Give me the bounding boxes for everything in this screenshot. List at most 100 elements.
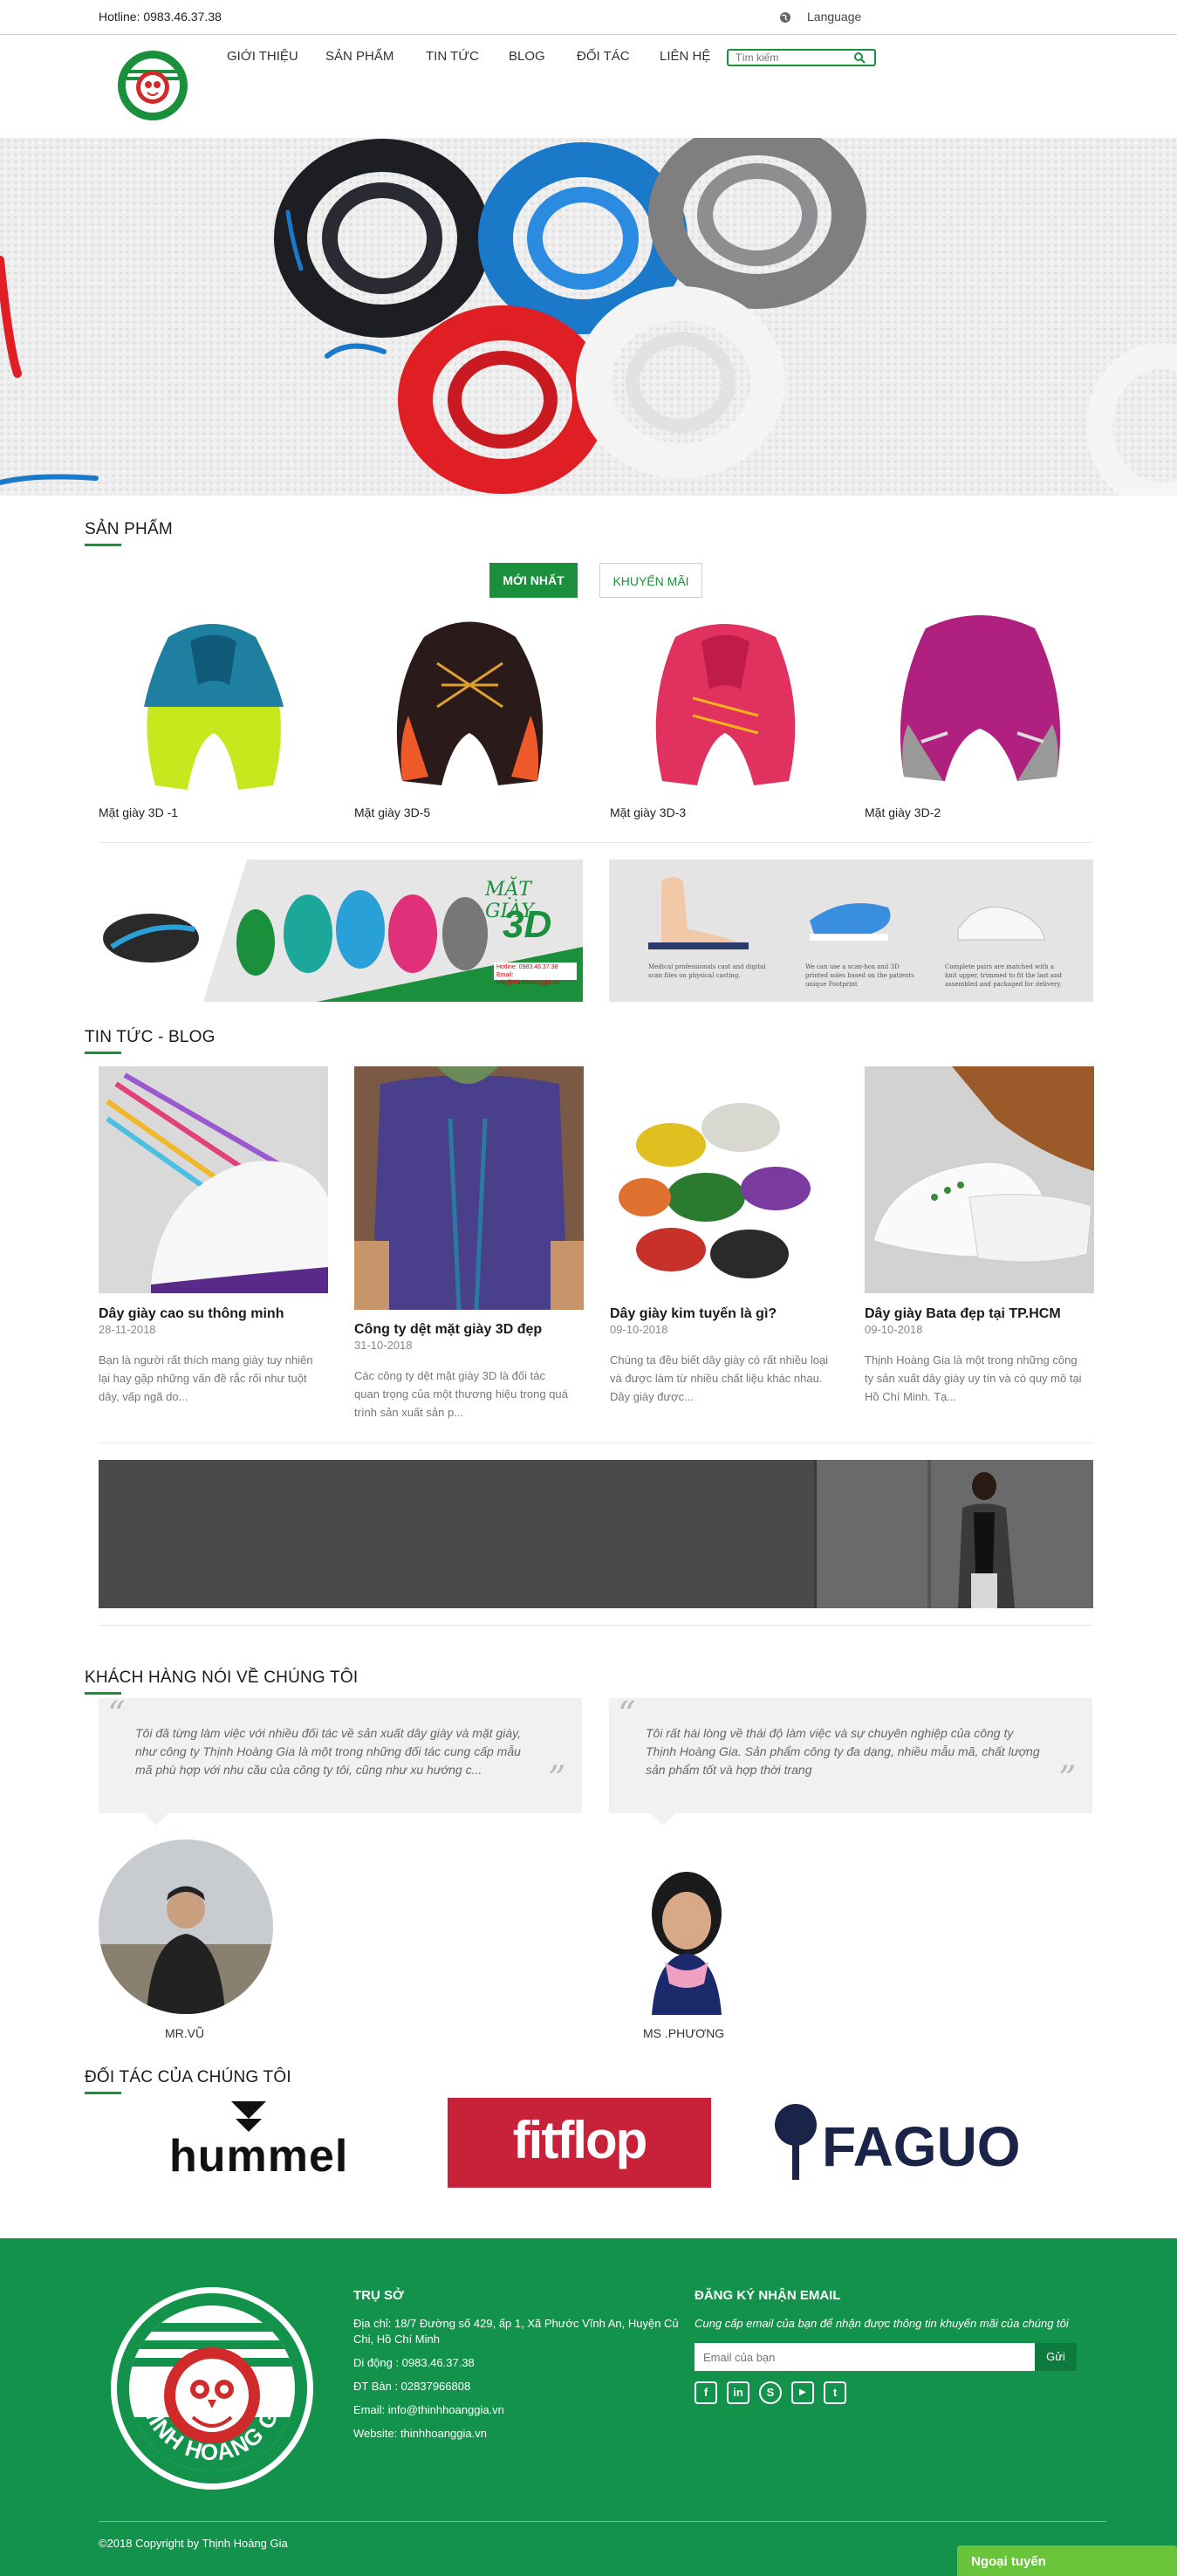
newsletter-email-input[interactable] [695,2343,1035,2371]
live-chat-tab[interactable]: Ngoại tuyến [957,2545,1177,2576]
product-name[interactable]: Mặt giày 3D -1 [99,805,178,819]
tab-moi-nhat[interactable]: MỚI NHẤT [489,563,578,598]
excerpt-line: Thịnh Hoàng Gia là một trong những công [865,1353,1078,1367]
product-name[interactable]: Mặt giày 3D-5 [354,805,430,819]
search-icon[interactable] [853,51,866,64]
news-thumbnail[interactable] [354,1066,584,1310]
products-section-title: SẢN PHẨM [85,520,173,546]
testimonial-text: Tôi rất hài lòng về thái độ làm việc và … [646,1724,1040,1779]
logo[interactable] [116,49,189,122]
banner-email: Email: info@thinhhoanggia.vn [496,972,559,986]
news-title[interactable]: Dây giày cao su thông minh [99,1306,284,1322]
skype-icon[interactable]: S [759,2381,782,2404]
promo-banner-process[interactable]: Medical professionals cast and digital s… [609,860,1093,1002]
news-date: 09-10-2018 [610,1323,668,1336]
footer-hq-title: TRỤ SỞ [353,2288,404,2303]
title-underline [85,544,121,546]
title-underline [85,2092,121,2094]
product-name[interactable]: Mặt giày 3D-2 [865,805,941,819]
partner-logo-fitflop[interactable]: fitflop [448,2098,711,2188]
testimonial-line: Tôi đã từng làm việc với nhiều đối tác v… [135,1726,521,1740]
address-line: Chi, Hồ Chí Minh [353,2333,440,2346]
divider [99,842,1093,843]
news-title[interactable]: Công ty dệt mặt giày 3D đẹp [354,1322,542,1338]
news-excerpt: Chúng ta đều biết dây giày có rất nhiều … [610,1351,845,1406]
partner-name: hummel [169,2131,349,2182]
customer-name: MS .PHƯƠNG [643,2026,725,2040]
partner-name: fitflop [512,2111,648,2169]
quote-open-icon: “ [618,1695,636,1735]
nav-gioi-thieu[interactable]: GIỚI THIỆU [227,49,298,64]
nav-san-pham[interactable]: SẢN PHẨM [325,49,393,64]
excerpt-line: Dây giày được... [610,1390,694,1403]
news-thumbnail[interactable] [99,1066,328,1293]
news-section-title: TIN TỨC - BLOG [85,1028,216,1054]
news-excerpt: Thịnh Hoàng Gia là một trong những công t… [865,1351,1100,1406]
divider [99,1442,1093,1443]
news-thumbnail[interactable] [610,1066,839,1293]
news-title[interactable]: Dây giày Bata đẹp tại TP.HCM [865,1306,1061,1322]
news-date: 28-11-2018 [99,1323,156,1336]
footer-mobile: Di động : 0983.46.37.38 [353,2356,475,2369]
partner-logo-hummel[interactable]: hummel [166,2097,347,2189]
testimonial-line: Tôi rất hài lòng về thái độ làm việc và … [646,1726,1014,1740]
nav-lien-he[interactable]: LIÊN HỆ [660,49,710,64]
nav-doi-tac[interactable]: ĐỐI TÁC [577,49,630,64]
footer-phone: ĐT Bàn : 02837966808 [353,2380,471,2393]
language-selector[interactable]: Language [779,10,861,24]
tab-khuyen-mai[interactable]: KHUYẾN MÃI [599,563,702,598]
partners-title-text: ĐỐI TÁC CỦA CHÚNG TÔI [85,2068,291,2086]
nav-blog[interactable]: BLOG [509,49,545,64]
newsletter-send-button[interactable]: Gửi [1035,2343,1077,2371]
product-name[interactable]: Mặt giày 3D-3 [610,805,686,819]
banner-hotline: Hotline: 0983.46.37.38 [496,964,558,970]
footer-divider [99,2521,1106,2522]
wide-banner[interactable] [99,1460,1093,1608]
avatar [621,1853,752,2015]
testimonial-text: Tôi đã từng làm việc với nhiều đối tác v… [135,1724,521,1779]
testimonials-section-title: KHÁCH HÀNG NÓI VỀ CHÚNG TÔI [85,1668,358,1695]
footer-email[interactable]: Email: info@thinhhoanggia.vn [353,2402,504,2418]
excerpt-line: Hồ Chí Minh. Tạ... [865,1390,957,1403]
excerpt-line: Các công ty dệt mặt giày 3D là đối tác [354,1369,545,1382]
news-title[interactable]: Dây giày kim tuyến là gì? [610,1306,777,1322]
banner-contact: Hotline: 0983.46.37.38 Email: info@thinh… [494,963,577,986]
products-title-text: SẢN PHẨM [85,520,173,538]
partners-section-title: ĐỐI TÁC CỦA CHÚNG TÔI [85,2068,291,2094]
testimonial-line: Thịnh Hoàng Gia. Sản phẩm công ty đa dạn… [646,1744,1040,1758]
facebook-icon[interactable]: f [695,2381,717,2404]
product-image[interactable] [865,602,1094,798]
promo-banner-3d[interactable]: MẶT GIÀY 3D Hotline: 0983.46.37.38 Email… [99,860,583,1002]
news-excerpt: Bạn là người rất thích mang giày tuy nhi… [99,1351,334,1406]
avatar [99,1840,273,2014]
speech-pointer [144,1813,168,1826]
quote-close-icon: ” [548,1759,566,1799]
news-thumbnail[interactable] [865,1066,1094,1293]
hero-banner[interactable] [0,138,1177,496]
banner-caption: We can use a scan-box and 3D printed sol… [805,963,914,988]
excerpt-line: Chúng ta đều biết dây giày có rất nhiều … [610,1353,829,1367]
address-line: Địa chỉ: 18/7 Đường số 429, ấp 1, Xã Phư… [353,2317,679,2330]
linkedin-icon[interactable]: in [727,2381,749,2404]
youtube-icon[interactable]: ▶ [791,2381,814,2404]
partner-logo-faguo[interactable]: FAGUO [774,2099,1036,2186]
testimonial-line: như công ty Thịnh Hoàng Gia là một trong… [135,1744,521,1758]
testimonial-card: “ Tôi rất hài lòng về thái độ làm việc v… [609,1695,1092,1813]
nav-tin-tuc[interactable]: TIN TỨC [426,49,479,64]
news-title-text: TIN TỨC - BLOG [85,1028,216,1046]
product-image[interactable] [99,602,328,798]
product-image[interactable] [354,602,584,798]
news-date: 09-10-2018 [865,1323,923,1336]
product-image[interactable] [610,602,839,798]
twitter-icon[interactable]: t [824,2381,846,2404]
footer-subscribe-title: ĐĂNG KÝ NHẬN EMAIL [695,2288,841,2303]
footer-website[interactable]: Website: thinhhoanggia.vn [353,2426,487,2442]
news-excerpt: Các công ty dệt mặt giày 3D là đối tác qu… [354,1367,590,1422]
footer-subscribe-desc: Cung cấp email của bạn để nhận được thôn… [695,2317,1069,2330]
language-label: Language [807,10,862,24]
excerpt-line: dây, vấp ngã do... [99,1390,188,1403]
footer-logo[interactable]: THINH HOANG GIA [110,2286,314,2490]
hero-image [0,138,1177,496]
excerpt-line: lại hay gặp những vấn đề rắc rối như tuộ… [99,1372,307,1385]
testimonial-line: sản phẩm tốt và hợp thời trang [646,1763,812,1777]
